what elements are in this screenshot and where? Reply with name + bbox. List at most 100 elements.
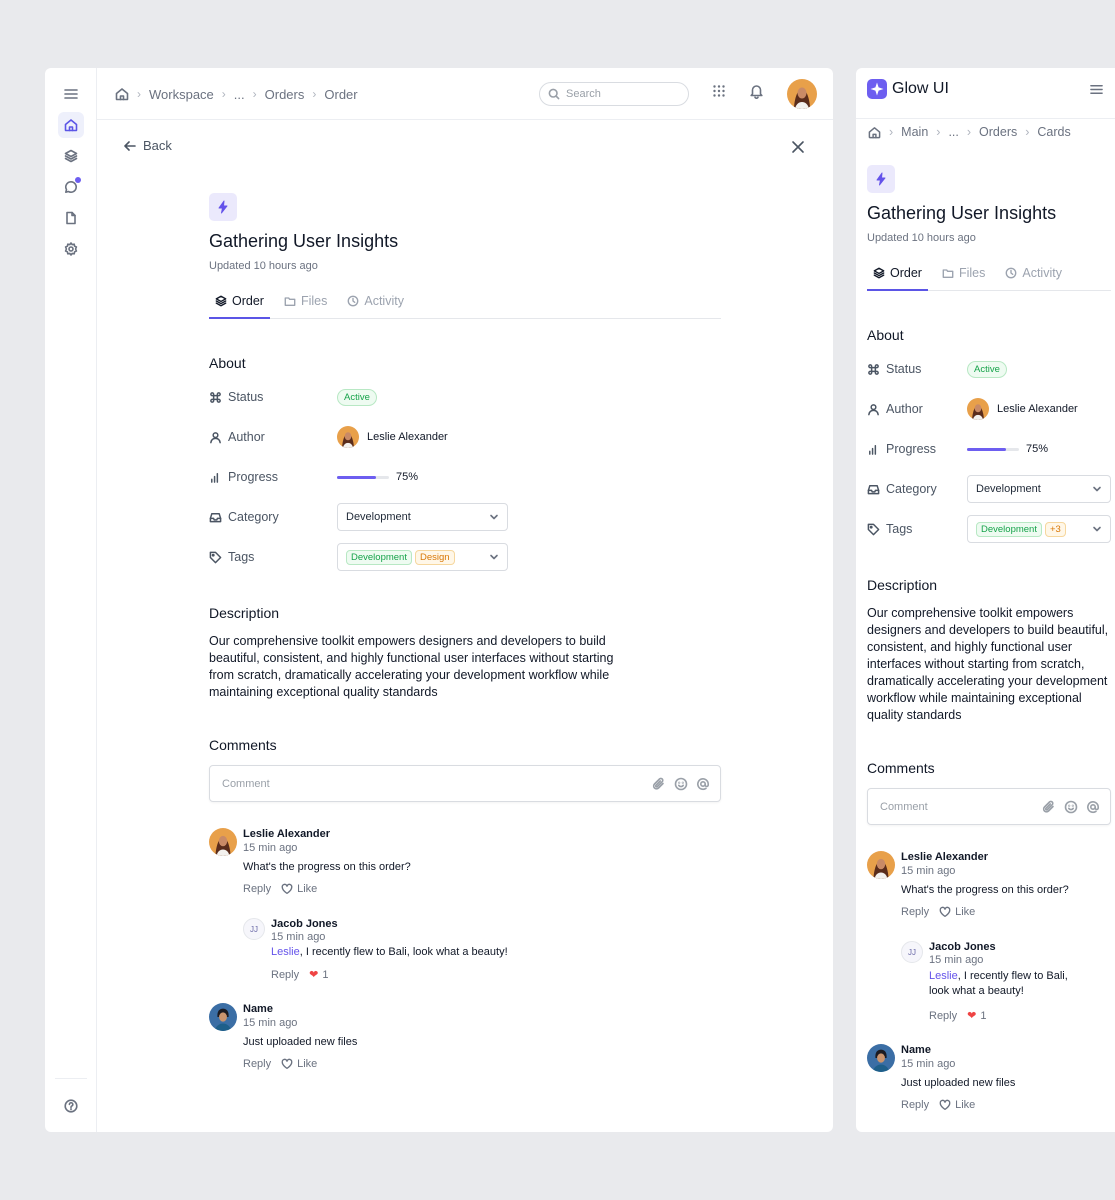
like-button[interactable]: Like bbox=[281, 1058, 317, 1070]
close-icon[interactable] bbox=[791, 140, 805, 154]
tab-label: Files bbox=[300, 294, 328, 308]
comment-box bbox=[867, 788, 1111, 825]
emoji-icon[interactable] bbox=[674, 777, 688, 791]
breadcrumb: › Workspace › ... › Orders › Order bbox=[115, 68, 358, 120]
like-button[interactable]: Like bbox=[281, 883, 317, 895]
lightning-icon bbox=[867, 165, 895, 193]
tags-row: Tags Development Design bbox=[209, 543, 721, 571]
like-button[interactable]: Like bbox=[939, 906, 975, 918]
tag-chip: Development bbox=[976, 521, 1042, 537]
tab-order[interactable]: Order bbox=[209, 294, 270, 319]
search-field[interactable] bbox=[539, 82, 689, 106]
category-select[interactable]: Development bbox=[337, 503, 508, 531]
mention-link[interactable]: Leslie bbox=[929, 970, 958, 982]
category-row: Category Development bbox=[209, 503, 721, 531]
paperclip-icon[interactable] bbox=[1042, 800, 1056, 814]
comment-time: 15 min ago bbox=[901, 865, 956, 877]
like-button[interactable]: Like bbox=[939, 1099, 975, 1111]
folder-icon bbox=[942, 267, 954, 279]
chat-icon[interactable] bbox=[58, 174, 84, 200]
home-icon[interactable] bbox=[115, 87, 129, 101]
chevron-right-icon: › bbox=[221, 87, 226, 101]
tab-activity[interactable]: Activity bbox=[341, 294, 410, 318]
author-label: Author bbox=[228, 430, 265, 444]
chevron-down-icon bbox=[489, 552, 499, 562]
breadcrumb-item[interactable]: ... bbox=[234, 87, 245, 102]
comment-input[interactable] bbox=[880, 800, 1020, 813]
reply-button[interactable]: Reply bbox=[929, 1010, 957, 1022]
commenter-name: Jacob Jones bbox=[929, 941, 996, 953]
file-icon[interactable] bbox=[58, 205, 84, 231]
arrow-left-icon bbox=[123, 139, 137, 153]
tab-order[interactable]: Order bbox=[867, 266, 928, 291]
progress-row: Progress 75% bbox=[867, 435, 1111, 463]
breadcrumb-item[interactable]: Main bbox=[901, 125, 928, 139]
menu-icon[interactable] bbox=[58, 81, 84, 107]
brand[interactable]: Glow UI bbox=[867, 79, 949, 99]
page-title: Gathering User Insights bbox=[209, 231, 399, 251]
search-icon bbox=[548, 88, 560, 100]
tab-files[interactable]: Files bbox=[278, 294, 333, 318]
breadcrumb-item[interactable]: Orders bbox=[265, 87, 305, 102]
breadcrumb-item[interactable]: Cards bbox=[1037, 125, 1070, 139]
layers-icon[interactable] bbox=[58, 143, 84, 169]
chevron-right-icon: › bbox=[137, 87, 141, 101]
comment-input[interactable] bbox=[222, 777, 522, 790]
breadcrumb-item[interactable]: ... bbox=[948, 125, 958, 139]
mention-icon[interactable] bbox=[1086, 800, 1100, 814]
commenter-name: Name bbox=[901, 1044, 931, 1056]
comment-time: 15 min ago bbox=[901, 1058, 956, 1070]
reply-button[interactable]: Reply bbox=[901, 1099, 929, 1111]
mention-link[interactable]: Leslie bbox=[271, 946, 300, 958]
status-badge: Active bbox=[967, 360, 1007, 378]
help-icon[interactable] bbox=[58, 1093, 84, 1119]
bar-chart-icon bbox=[209, 471, 222, 484]
home-icon[interactable] bbox=[58, 112, 84, 138]
lightning-icon bbox=[209, 193, 237, 221]
status-row: Status Active bbox=[867, 355, 1111, 383]
apps-grid-icon[interactable] bbox=[712, 84, 726, 98]
comment-text: What's the progress on this order? bbox=[243, 861, 411, 873]
like-label: Like bbox=[955, 1099, 976, 1111]
back-button[interactable]: Back bbox=[123, 138, 172, 153]
description-text: Our comprehensive toolkit empowers desig… bbox=[209, 634, 614, 699]
chevron-right-icon: › bbox=[889, 125, 894, 139]
mention-icon[interactable] bbox=[696, 777, 710, 791]
chevron-right-icon: › bbox=[966, 125, 972, 139]
tags-select[interactable]: Development +3 bbox=[967, 515, 1111, 543]
tab-files[interactable]: Files bbox=[936, 266, 991, 290]
like-button[interactable]: ❤ 1 bbox=[309, 968, 328, 982]
author-row: Author Leslie Alexander bbox=[209, 423, 721, 451]
category-select[interactable]: Development bbox=[967, 475, 1111, 503]
author-name[interactable]: Leslie Alexander bbox=[367, 431, 448, 443]
tab-activity[interactable]: Activity bbox=[999, 266, 1068, 290]
reply-button[interactable]: Reply bbox=[243, 1058, 271, 1070]
like-button[interactable]: ❤ 1 bbox=[967, 1009, 986, 1023]
tab-label: Activity bbox=[364, 294, 404, 308]
home-icon[interactable] bbox=[868, 126, 881, 139]
breadcrumb-item[interactable]: Orders bbox=[979, 125, 1017, 139]
tag-chip: Design bbox=[414, 549, 455, 565]
tags-select[interactable]: Development Design bbox=[337, 543, 508, 571]
user-avatar[interactable] bbox=[787, 79, 817, 109]
search-input[interactable] bbox=[566, 88, 676, 100]
progress-label: Progress bbox=[886, 442, 937, 456]
reply-button[interactable]: Reply bbox=[243, 883, 271, 895]
menu-icon[interactable] bbox=[1090, 83, 1103, 96]
paperclip-icon[interactable] bbox=[652, 777, 666, 791]
author-avatar bbox=[967, 398, 989, 420]
status-label: Status bbox=[228, 390, 264, 404]
commenter-avatar bbox=[209, 1003, 237, 1031]
heart-icon bbox=[281, 1058, 293, 1070]
breadcrumb-item[interactable]: Workspace bbox=[149, 87, 214, 102]
author-name[interactable]: Leslie Alexander bbox=[997, 403, 1078, 415]
emoji-icon[interactable] bbox=[1064, 800, 1078, 814]
tab-label: Order bbox=[890, 266, 922, 280]
comment-time: 15 min ago bbox=[271, 931, 326, 943]
reply-item: JJ Jacob Jones 15 min ago Leslie, I rece… bbox=[901, 941, 1079, 1022]
bell-icon[interactable] bbox=[749, 83, 764, 99]
breadcrumb-item[interactable]: Order bbox=[324, 87, 357, 102]
reply-button[interactable]: Reply bbox=[901, 906, 929, 918]
settings-icon[interactable] bbox=[58, 236, 84, 262]
reply-button[interactable]: Reply bbox=[271, 969, 299, 981]
